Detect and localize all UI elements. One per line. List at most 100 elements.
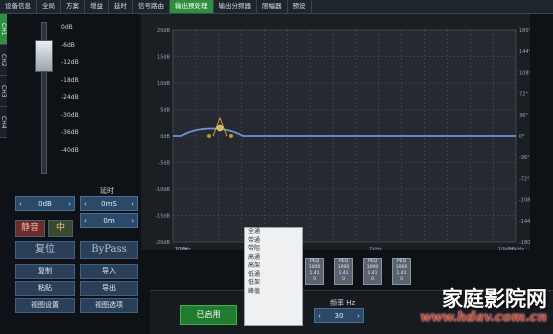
peq-card[interactable]: PEQ 1000 1.41 0	[305, 258, 324, 285]
delay-distance-spin[interactable]: ‹ 0m ›	[80, 213, 138, 228]
fader-handle[interactable]	[35, 40, 53, 72]
tab-item[interactable]: 设备信息	[0, 0, 37, 13]
copy-button[interactable]: 复制	[15, 264, 75, 279]
peq-card[interactable]: PEQ 1000 1.41 0	[363, 258, 382, 285]
fader-tick-label: -40dB	[61, 146, 79, 154]
tab-item[interactable]: 延时	[109, 0, 133, 13]
fader-tick-label: -36dB	[61, 129, 79, 136]
import-button[interactable]: 导入	[80, 264, 138, 279]
fader-tick-label: -12dB	[61, 59, 79, 66]
x-tick: 1kHz	[369, 247, 382, 250]
tab-item[interactable]: 信号路由	[133, 0, 170, 13]
y-right-tick: 144°	[519, 49, 530, 55]
tab-item[interactable]: 方案	[61, 0, 85, 13]
tab-item[interactable]: 全局	[37, 0, 61, 13]
middle-button[interactable]: 中	[48, 220, 73, 237]
y-left-tick: 15dB	[157, 55, 171, 61]
menu-item[interactable]: 全通	[245, 228, 302, 237]
increase-icon[interactable]: ›	[131, 217, 134, 225]
tab-item[interactable]: 输出预处理	[170, 0, 214, 13]
y-left-tick: 10dB	[157, 81, 171, 87]
delay-label: 延时	[100, 187, 114, 195]
decrease-icon[interactable]: ‹	[19, 200, 22, 208]
view-settings-button[interactable]: 视图设置	[15, 298, 75, 313]
y-right-tick: 36°	[519, 113, 528, 119]
channel-tab-ch2[interactable]: CH2	[0, 45, 7, 76]
eq-band-handle[interactable]	[216, 124, 224, 132]
freq-spin[interactable]: ‹ 30 ›	[314, 308, 364, 323]
menu-item[interactable]: 峰值	[245, 288, 302, 297]
tab-item[interactable]: 增益	[85, 0, 109, 13]
increase-icon[interactable]: ›	[68, 200, 71, 208]
y-right-tick: 72°	[519, 92, 528, 98]
channel-tab-ch4[interactable]: CH4	[0, 107, 7, 138]
peq-gain: 0	[400, 277, 403, 282]
y-right-tick: -180°	[519, 240, 530, 246]
x-tick: 100Hz	[175, 247, 191, 250]
channel-tab-ch3[interactable]: CH3	[0, 76, 7, 107]
filter-type-menu: 全通 带通 带阻 高通 高架 低通 低架 峰值	[244, 227, 303, 326]
y-left-tick: -15dB	[155, 214, 170, 220]
delay-distance-value: 0m	[103, 216, 115, 225]
fader-tick-label: 0dB	[61, 24, 73, 31]
menu-item[interactable]: 高架	[245, 262, 302, 271]
y-left-tick: -10dB	[155, 187, 170, 193]
menu-item[interactable]: 带阻	[245, 245, 302, 254]
eq-band-handle-right[interactable]	[229, 134, 233, 138]
x-tick: 20kHz	[508, 247, 524, 250]
watermark-url: www.hdav.com.cn	[420, 310, 547, 325]
y-right-tick: -72°	[519, 176, 530, 182]
peq-gain: 0	[371, 277, 374, 282]
enable-button[interactable]: 已启用	[180, 305, 237, 325]
increase-icon[interactable]: ›	[357, 312, 360, 320]
peq-card[interactable]: PEQ 1000 1.41 0	[392, 258, 411, 285]
tab-bar: 设备信息 全局 方案 增益 延时 信号路由 输出预处理 输出分频器 限幅器 预设	[0, 0, 553, 14]
fader-panel: 0dB -6dB -12dB -18dB -24dB -30dB -36dB -40dB	[14, 14, 138, 182]
menu-item[interactable]: 低通	[245, 271, 302, 280]
y-right-tick: 108°	[519, 70, 530, 76]
peq-gain: 0	[313, 277, 316, 282]
y-left-tick: -5dB	[158, 161, 170, 167]
eq-band-handle-left[interactable]	[207, 134, 211, 138]
view-options-button[interactable]: 视图选项	[80, 298, 138, 313]
fader-tick-label: -18dB	[61, 76, 79, 84]
freq-value: 30	[334, 311, 344, 320]
y-right-tick: -36°	[519, 155, 530, 161]
y-right-tick: -108°	[519, 198, 530, 204]
y-left-tick: 0dB	[160, 134, 170, 140]
menu-item[interactable]: 高通	[245, 254, 302, 263]
delay-value: 0mS	[101, 199, 117, 208]
delay-time-spin[interactable]: ‹ 0mS ›	[80, 196, 138, 211]
menu-item[interactable]: 低架	[245, 279, 302, 288]
decrease-icon[interactable]: ‹	[318, 312, 321, 320]
decrease-icon[interactable]: ‹	[84, 200, 87, 208]
y-left-tick: 5dB	[160, 108, 170, 114]
channel-selector: CH1 CH2 CH3 CH4	[0, 14, 13, 144]
menu-item[interactable]: 带通	[245, 237, 302, 246]
bypass-button[interactable]: ByPass	[80, 241, 138, 259]
eq-graph-svg[interactable]: 20dB 15dB 10dB 5dB 0dB -5dB -10dB -15dB -20dB 180…	[141, 14, 533, 253]
y-left-tick: 20dB	[157, 28, 171, 34]
reset-button[interactable]: 复位	[15, 241, 75, 259]
fader-tick-label: -6dB	[61, 41, 75, 49]
gain-value: 0dB	[38, 199, 52, 208]
mute-button[interactable]: 静音	[15, 220, 45, 237]
peq-card[interactable]: PEQ 1000 1.41 0	[334, 258, 353, 285]
peq-gain: 0	[342, 277, 345, 282]
eq-graph[interactable]: 20dB 15dB 10dB 5dB 0dB -5dB -10dB -15dB -20dB 180…	[141, 14, 533, 253]
tab-item[interactable]: 预设	[288, 0, 312, 13]
y-right-tick: -144°	[519, 219, 530, 225]
decrease-icon[interactable]: ‹	[84, 217, 87, 225]
increase-icon[interactable]: ›	[131, 200, 134, 208]
gain-spin[interactable]: ‹ 0dB ›	[15, 196, 75, 211]
export-button[interactable]: 导出	[80, 281, 138, 296]
y-right-tick: 0°	[519, 134, 525, 140]
tab-item[interactable]: 限幅器	[257, 0, 288, 13]
paste-button[interactable]: 粘贴	[15, 281, 75, 296]
tab-item[interactable]: 输出分频器	[214, 0, 257, 13]
y-left-tick: -20dB	[155, 240, 170, 246]
channel-tab-ch1[interactable]: CH1	[0, 14, 7, 45]
fader-tick-label: -24dB	[61, 94, 79, 101]
y-right-tick: 180°	[519, 28, 530, 34]
fader-tick-label: -30dB	[61, 111, 79, 119]
